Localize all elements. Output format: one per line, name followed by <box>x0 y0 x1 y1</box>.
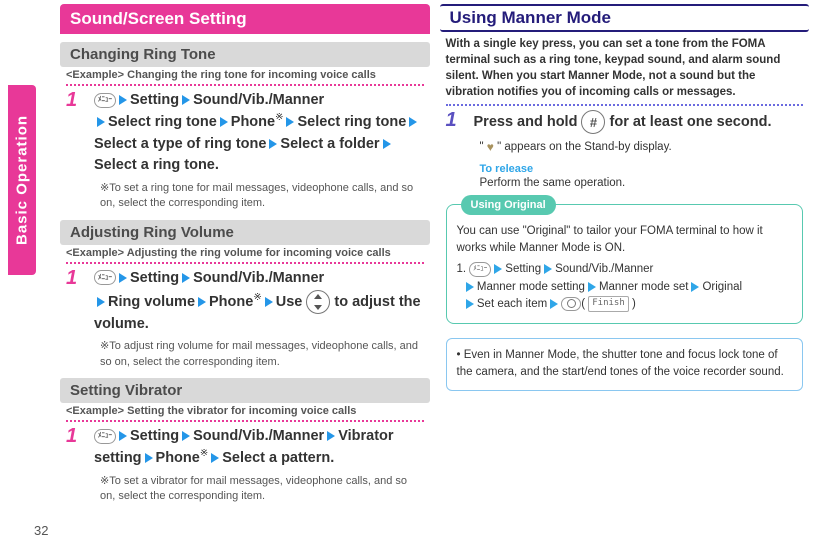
info-tag: Using Original <box>461 195 556 216</box>
step-body: Press and hold # for at least one second… <box>474 110 772 134</box>
section-example: <Example> Changing the ring tone for inc… <box>66 69 424 81</box>
note: ※To set a ring tone for mail messages, v… <box>100 181 424 212</box>
page-number: 32 <box>34 523 48 538</box>
step: 1 ﾒﾆｭｰSettingSound/Vib./Manner Select ri… <box>66 90 424 177</box>
section-example: <Example> Adjusting the ring volume for … <box>66 247 424 259</box>
section-heading: Setting Vibrator <box>60 378 430 403</box>
step-number: 1 <box>66 90 84 177</box>
step-body: ﾒﾆｭｰSettingSound/Vib./Manner Ring volume… <box>94 268 424 336</box>
sidebar: Basic Operation 32 <box>0 0 60 543</box>
step-number: 1 <box>446 110 464 134</box>
heart-icon: ♥ <box>487 138 494 156</box>
section-heading: Changing Ring Tone <box>60 42 430 67</box>
left-column: Sound/Screen Setting Changing Ring Tone … <box>60 4 430 539</box>
arrow-icon <box>119 95 127 105</box>
divider <box>66 420 424 422</box>
release-text: Perform the same operation. <box>480 175 804 192</box>
info-intro: You can use "Original" to tailor your FO… <box>457 223 793 258</box>
menu-icon: ﾒﾆｭｰ <box>94 93 116 108</box>
hash-key-icon: # <box>581 110 605 134</box>
info-path: 1. ﾒﾆｭｰSettingSound/Vib./Manner Manner m… <box>457 261 793 313</box>
menu-icon: ﾒﾆｭｰ <box>94 270 116 285</box>
step-body: ﾒﾆｭｰSettingSound/Vib./MannerVibrator set… <box>94 426 424 470</box>
content-columns: Sound/Screen Setting Changing Ring Tone … <box>60 0 815 543</box>
section-heading: Adjusting Ring Volume <box>60 220 430 245</box>
right-column: Using Manner Mode With a single key pres… <box>440 4 810 539</box>
standby-note: " ♥ " appears on the Stand-by display. <box>480 138 804 156</box>
info-box: Using Original You can use "Original" to… <box>446 204 804 324</box>
right-main-title: Using Manner Mode <box>440 4 810 32</box>
intro-text: With a single key press, you can set a t… <box>446 36 804 100</box>
step: 1 ﾒﾆｭｰSettingSound/Vib./MannerVibrator s… <box>66 426 424 470</box>
step-body: ﾒﾆｭｰSettingSound/Vib./Manner Select ring… <box>94 90 424 177</box>
note: ※To adjust ring volume for mail messages… <box>100 339 424 370</box>
divider <box>66 84 424 86</box>
notice-box: • Even in Manner Mode, the shutter tone … <box>446 338 804 391</box>
divider <box>66 262 424 264</box>
step-number: 1 <box>66 426 84 470</box>
finish-button-label: Finish <box>588 296 629 312</box>
release-title: To release <box>480 163 804 175</box>
divider <box>446 104 804 106</box>
section-example: <Example> Setting the vibrator for incom… <box>66 405 424 417</box>
note: ※To set a vibrator for mail messages, vi… <box>100 474 424 505</box>
menu-icon: ﾒﾆｭｰ <box>94 429 116 444</box>
menu-icon: ﾒﾆｭｰ <box>469 262 491 277</box>
left-main-title: Sound/Screen Setting <box>60 4 430 34</box>
section-tab: Basic Operation <box>8 85 36 275</box>
step: 1 Press and hold # for at least one seco… <box>446 110 804 134</box>
step: 1 ﾒﾆｭｰSettingSound/Vib./Manner Ring volu… <box>66 268 424 336</box>
step-number: 1 <box>66 268 84 336</box>
nav-key-icon <box>306 290 330 314</box>
camera-key-icon <box>561 297 581 311</box>
